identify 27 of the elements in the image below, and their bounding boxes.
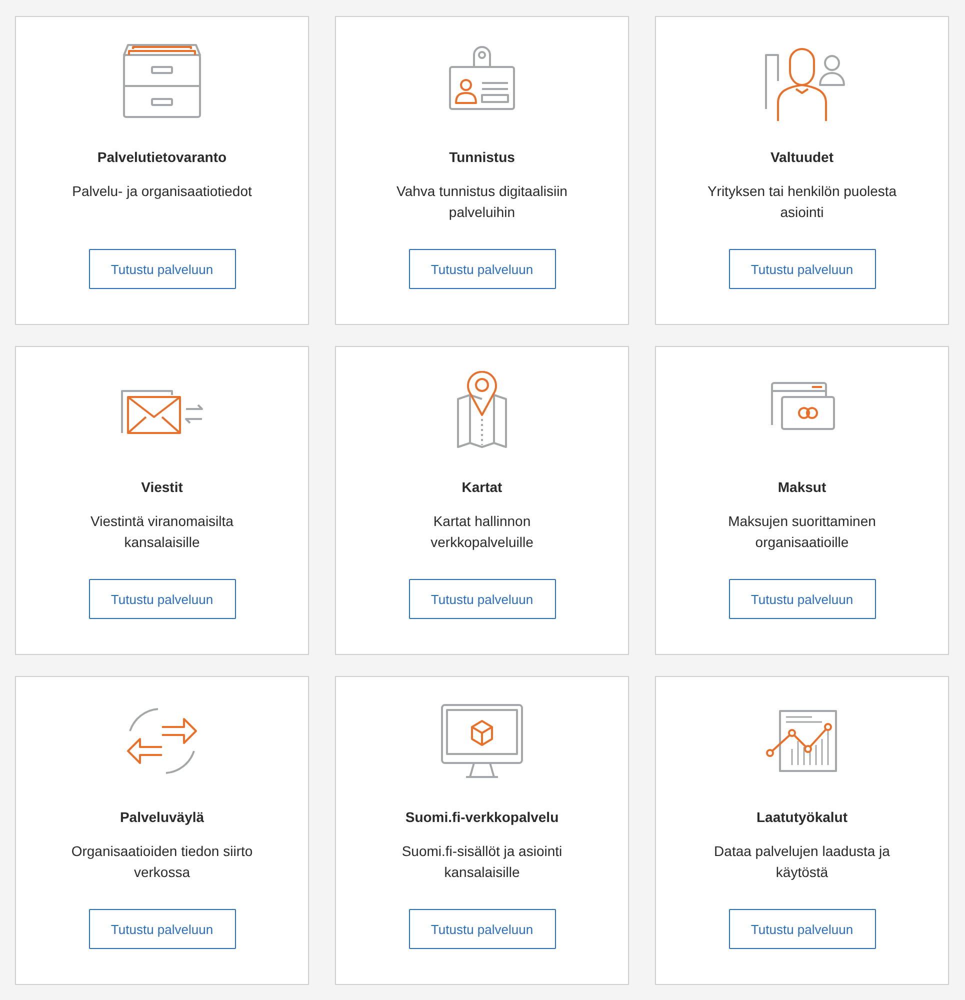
- service-description: Kartat hallinnon verkkopalveluille: [430, 512, 534, 552]
- service-description: Dataa palvelujen laadusta ja käytöstä: [713, 842, 891, 882]
- service-description: Yrityksen tai henkilön puolesta asiointi: [706, 182, 898, 222]
- learn-more-button[interactable]: Tutustu palveluun: [88, 909, 236, 949]
- service-title: Palvelutietovaranto: [97, 149, 227, 165]
- service-description: Viestintä viranomaisilta kansalaisille: [90, 512, 234, 552]
- learn-more-button[interactable]: Tutustu palveluun: [408, 249, 556, 289]
- service-title: Viestit: [141, 479, 183, 495]
- learn-more-button[interactable]: Tutustu palveluun: [728, 579, 876, 619]
- service-title: Kartat: [462, 479, 502, 495]
- service-title: Suomi.fi-verkkopalvelu: [405, 809, 559, 825]
- learn-more-button[interactable]: Tutustu palveluun: [728, 909, 876, 949]
- learn-more-button[interactable]: Tutustu palveluun: [408, 579, 556, 619]
- learn-more-button[interactable]: Tutustu palveluun: [88, 579, 236, 619]
- service-description: Suomi.fi-sisällöt ja asiointi kansalaisille: [400, 842, 564, 882]
- service-description: Organisaatioiden tiedon siirto verkossa: [70, 842, 254, 882]
- service-title: Palveluväylä: [120, 809, 204, 825]
- service-description: Palvelu- ja organisaatiotiedot: [71, 182, 253, 201]
- service-title: Tunnistus: [449, 149, 515, 165]
- service-description: Maksujen suorittaminen organisaatioille: [727, 512, 877, 552]
- learn-more-button[interactable]: Tutustu palveluun: [728, 249, 876, 289]
- service-title: Laatutyökalut: [756, 809, 848, 825]
- service-description: Vahva tunnistus digitaalisiin palveluihin: [396, 182, 568, 222]
- service-title: Valtuudet: [770, 149, 834, 165]
- learn-more-button[interactable]: Tutustu palveluun: [408, 909, 556, 949]
- service-title: Maksut: [778, 479, 826, 495]
- learn-more-button[interactable]: Tutustu palveluun: [88, 249, 236, 289]
